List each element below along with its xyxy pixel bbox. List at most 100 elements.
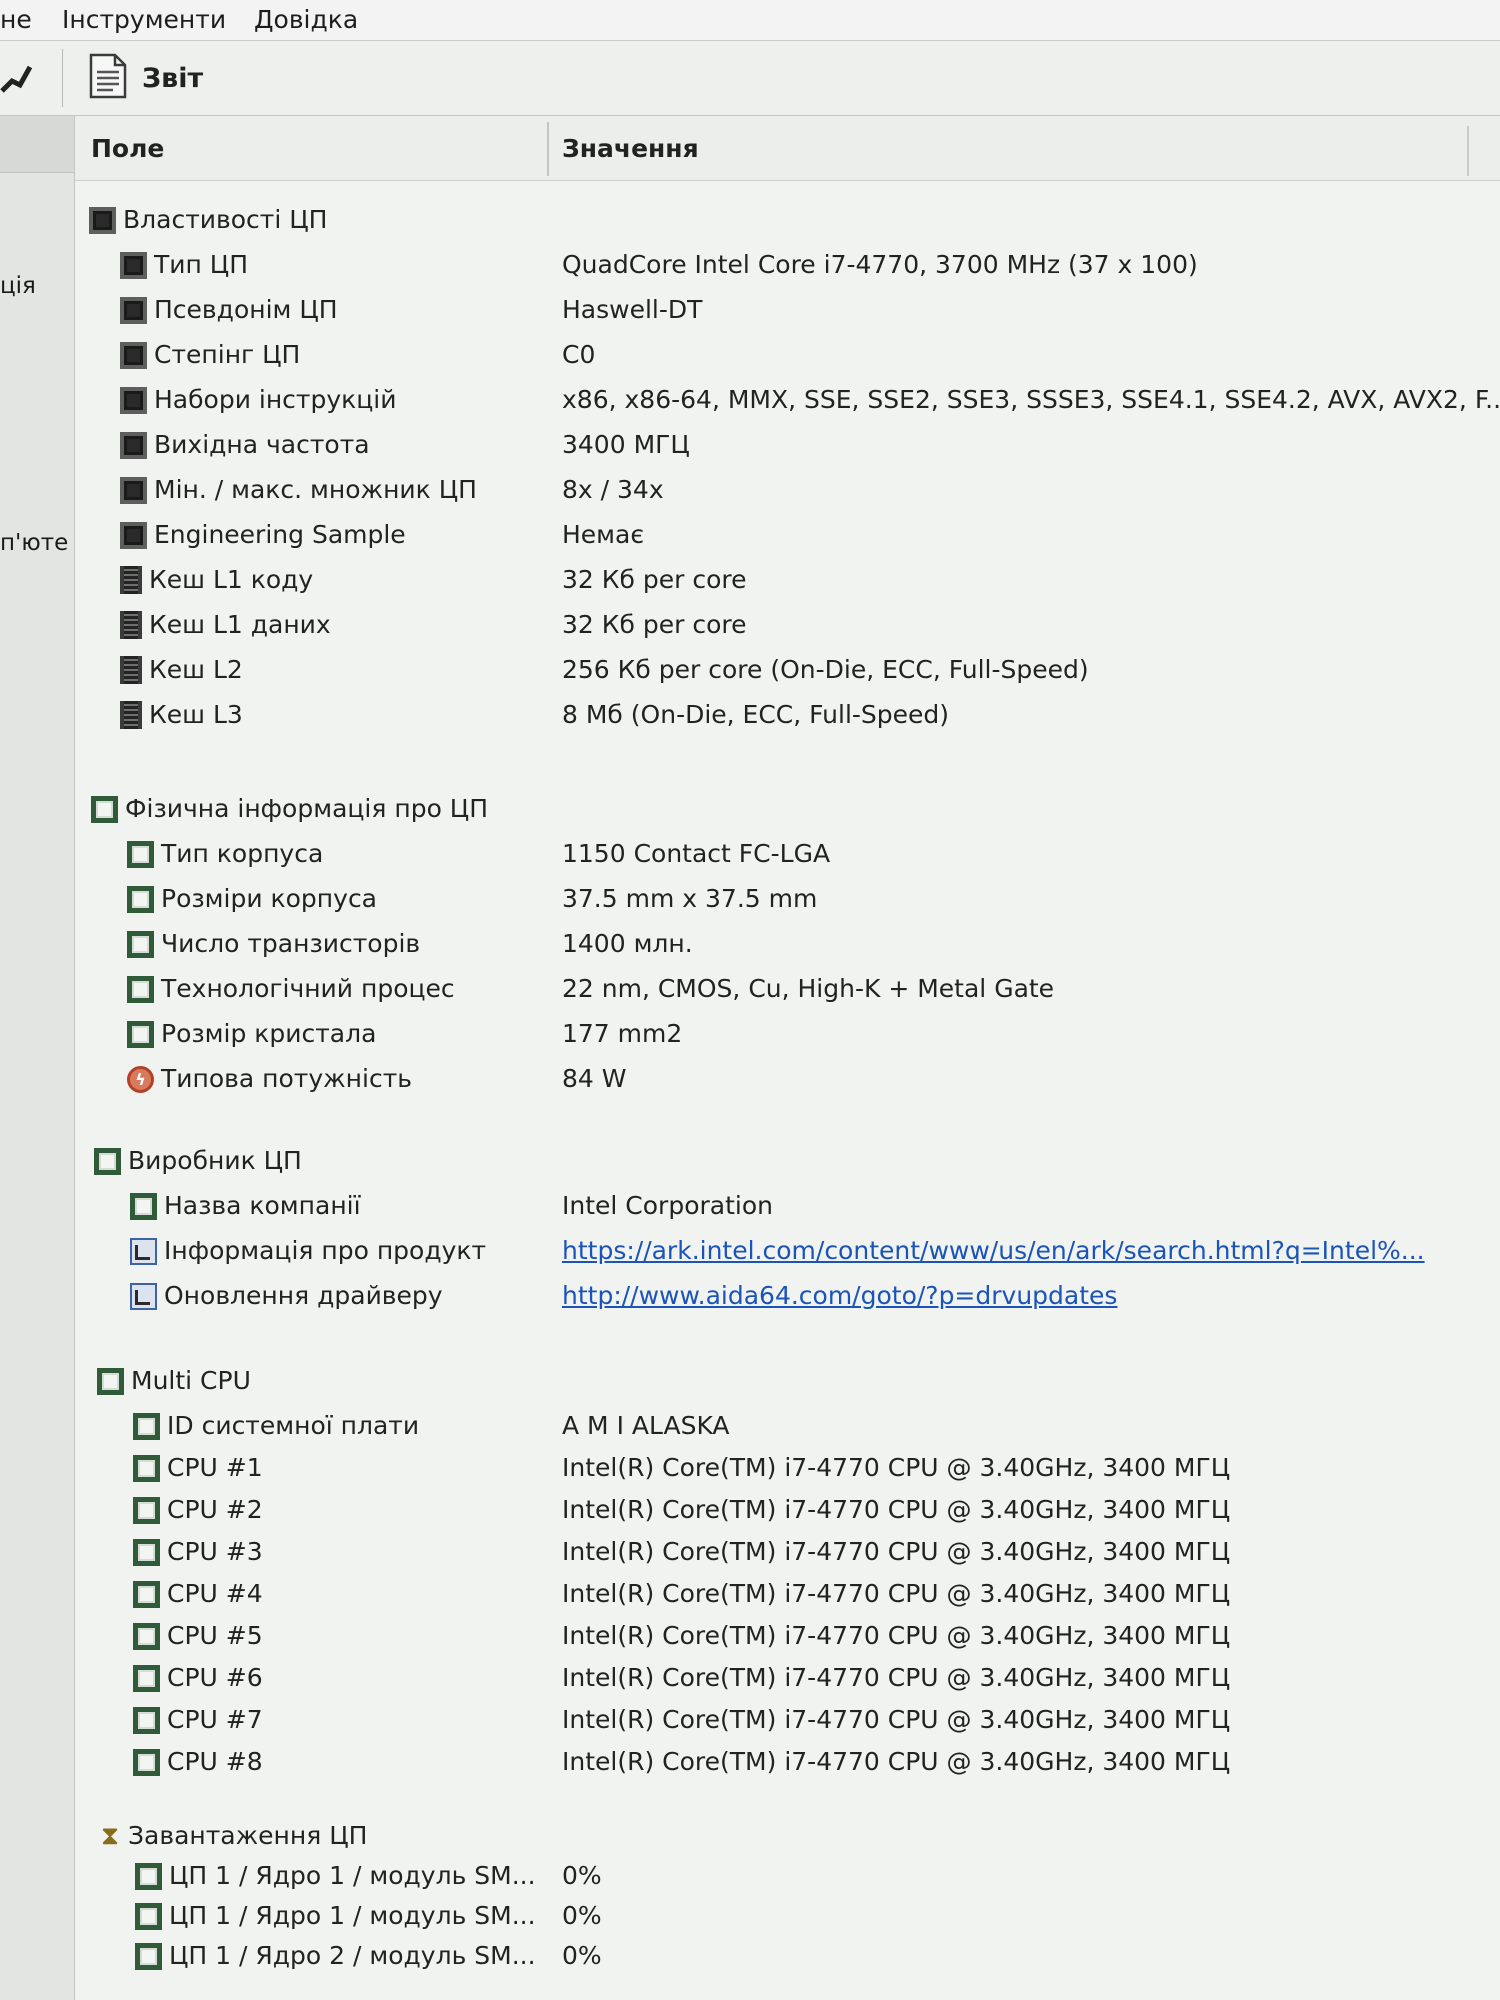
cache-icon [120, 566, 142, 594]
property-row[interactable]: CPU #2 Intel(R) Core(TM) i7-4770 CPU @ 3.… [75, 1490, 1500, 1530]
property-row[interactable]: CPU #3 Intel(R) Core(TM) i7-4770 CPU @ 3.… [75, 1532, 1500, 1572]
property-row[interactable]: ЦП 1 / Ядро 1 / модуль SM... 0% [75, 1896, 1500, 1936]
property-row[interactable]: Вихідна частота 3400 МГЦ [75, 425, 1500, 465]
field-cell: ЦП 1 / Ядро 1 / модуль SM... [135, 1856, 536, 1896]
cpu-green-icon [127, 840, 154, 868]
cpu-green-icon [135, 1942, 162, 1970]
field-label: CPU #6 [167, 1663, 263, 1692]
field-label: Multi CPU [131, 1366, 251, 1395]
group-row[interactable]: Виробник ЦП [75, 1141, 1500, 1181]
cpu-green-icon [130, 1192, 157, 1220]
property-row[interactable]: Engineering Sample Немає [75, 515, 1500, 555]
field-cell: ЦП 1 / Ядро 1 / модуль SM... [135, 1896, 536, 1936]
property-row[interactable]: CPU #4 Intel(R) Core(TM) i7-4770 CPU @ 3.… [75, 1574, 1500, 1614]
cpu-green-icon [127, 930, 154, 958]
value-cell: 32 Кб per core [562, 565, 747, 594]
field-cell: Кеш L1 коду [120, 560, 313, 600]
field-label: Кеш L2 [149, 655, 243, 684]
group-row[interactable]: Multi CPU [75, 1361, 1500, 1401]
property-row[interactable]: Мін. / макс. множник ЦП 8x / 34x [75, 470, 1500, 510]
cpu-icon [120, 251, 147, 279]
link-icon [130, 1282, 157, 1310]
property-row[interactable]: Степінг ЦП C0 [75, 335, 1500, 375]
value-cell: Intel(R) Core(TM) i7-4770 CPU @ 3.40GHz,… [562, 1453, 1231, 1482]
property-row[interactable]: CPU #7 Intel(R) Core(TM) i7-4770 CPU @ 3.… [75, 1700, 1500, 1740]
value-cell: 0% [562, 1861, 602, 1890]
nav-item-fragment[interactable]: п'юте [0, 530, 68, 556]
value-cell: 0% [562, 1941, 602, 1970]
menu-item-partial[interactable]: не [0, 0, 32, 40]
value-cell: 84 W [562, 1064, 627, 1093]
value-cell: Intel(R) Core(TM) i7-4770 CPU @ 3.40GHz,… [562, 1621, 1231, 1650]
value-cell: 37.5 mm x 37.5 mm [562, 884, 818, 913]
property-row[interactable]: Технологічний процес 22 nm, CMOS, Cu, Hig… [75, 969, 1500, 1009]
cpu-icon [120, 521, 147, 549]
field-cell: Тип ЦП [120, 245, 248, 285]
property-row[interactable]: ID системної плати A M I ALASKA [75, 1406, 1500, 1446]
cpu-green-icon [133, 1538, 160, 1566]
property-row[interactable]: Розмір кристала 177 mm2 [75, 1014, 1500, 1054]
value-cell: Intel Corporation [562, 1191, 773, 1220]
property-row[interactable]: CPU #6 Intel(R) Core(TM) i7-4770 CPU @ 3.… [75, 1658, 1500, 1698]
field-cell: Engineering Sample [120, 515, 406, 555]
property-row[interactable]: Кеш L3 8 Мб (On-Die, ECC, Full-Speed) [75, 695, 1500, 735]
cpu-green-icon [127, 975, 154, 1003]
value-cell: 32 Кб per core [562, 610, 747, 639]
nav-item-fragment[interactable]: ція [0, 273, 36, 299]
value-cell: 22 nm, CMOS, Cu, High-K + Metal Gate [562, 974, 1055, 1003]
field-cell: CPU #1 [133, 1448, 263, 1488]
field-cell: ID системної плати [133, 1406, 419, 1446]
value-link[interactable]: http://www.aida64.com/goto/?p=drvupdates [562, 1276, 1117, 1316]
field-cell: Multi CPU [97, 1361, 251, 1401]
cpu-icon [120, 386, 147, 414]
menu-item-help[interactable]: Довідка [254, 0, 358, 40]
navigation-tree-header [0, 116, 74, 173]
navigation-tree-panel[interactable]: ція п'юте [0, 116, 75, 2000]
field-cell: Мін. / макс. множник ЦП [120, 470, 477, 510]
group-row[interactable]: Властивості ЦП [75, 200, 1500, 240]
value-cell: 3400 МГЦ [562, 430, 690, 459]
property-row[interactable]: CPU #1 Intel(R) Core(TM) i7-4770 CPU @ 3.… [75, 1448, 1500, 1488]
value-cell: 1150 Contact FC-LGA [562, 839, 831, 868]
cpu-green-icon [135, 1902, 162, 1930]
field-cell: CPU #5 [133, 1616, 263, 1656]
property-row[interactable]: ϟ Типова потужність 84 W [75, 1059, 1500, 1099]
field-label: Технологічний процес [161, 974, 455, 1003]
field-label: Тип корпуса [161, 839, 324, 868]
property-row[interactable]: Число транзисторів 1400 млн. [75, 924, 1500, 964]
value-cell: 0% [562, 1901, 602, 1930]
cpu-icon [120, 431, 147, 459]
property-row[interactable]: Тип ЦП QuadCore Intel Core i7-4770, 3700 … [75, 245, 1500, 285]
property-row[interactable]: Набори інструкцій x86, x86-64, MMX, SSE, … [75, 380, 1500, 420]
report-button[interactable]: Звіт [88, 49, 203, 107]
property-row[interactable]: CPU #8 Intel(R) Core(TM) i7-4770 CPU @ 3.… [75, 1742, 1500, 1782]
property-row[interactable]: Кеш L1 коду 32 Кб per core [75, 560, 1500, 600]
toolbar-separator [62, 49, 63, 107]
property-row[interactable]: ЦП 1 / Ядро 1 / модуль SM... 0% [75, 1856, 1500, 1896]
field-label: CPU #8 [167, 1747, 263, 1776]
property-row[interactable]: Оновлення драйверу http://www.aida64.com/… [75, 1276, 1500, 1316]
property-row[interactable]: Інформація про продукт https://ark.intel.… [75, 1231, 1500, 1271]
value-cell: Intel(R) Core(TM) i7-4770 CPU @ 3.40GHz,… [562, 1579, 1231, 1608]
field-cell: Кеш L2 [120, 650, 243, 690]
property-row[interactable]: Кеш L2 256 Кб per core (On-Die, ECC, Full… [75, 650, 1500, 690]
value-link[interactable]: https://ark.intel.com/content/www/us/en/… [562, 1231, 1425, 1271]
property-row[interactable]: ЦП 1 / Ядро 2 / модуль SM... 0% [75, 1936, 1500, 1976]
power-icon: ϟ [127, 1065, 154, 1093]
property-row[interactable]: Тип корпуса 1150 Contact FC-LGA [75, 834, 1500, 874]
property-row[interactable]: Назва компанії Intel Corporation [75, 1186, 1500, 1226]
report-document-icon [88, 53, 128, 103]
property-row[interactable]: Розміри корпуса 37.5 mm x 37.5 mm [75, 879, 1500, 919]
property-row[interactable]: Кеш L1 даних 32 Кб per core [75, 605, 1500, 645]
menu-item-tools[interactable]: Інструменти [62, 0, 226, 40]
field-cell: Властивості ЦП [89, 200, 327, 240]
field-label: CPU #7 [167, 1705, 263, 1734]
chart-icon[interactable] [0, 59, 34, 97]
property-row[interactable]: CPU #5 Intel(R) Core(TM) i7-4770 CPU @ 3.… [75, 1616, 1500, 1656]
field-label: Виробник ЦП [128, 1146, 302, 1175]
group-row[interactable]: Фізична інформація про ЦП [75, 789, 1500, 829]
field-cell: Виробник ЦП [94, 1141, 302, 1181]
group-row[interactable]: ⧗ Завантаження ЦП [75, 1816, 1500, 1856]
property-row[interactable]: Псевдонім ЦП Haswell-DT [75, 290, 1500, 330]
cache-icon [120, 656, 142, 684]
